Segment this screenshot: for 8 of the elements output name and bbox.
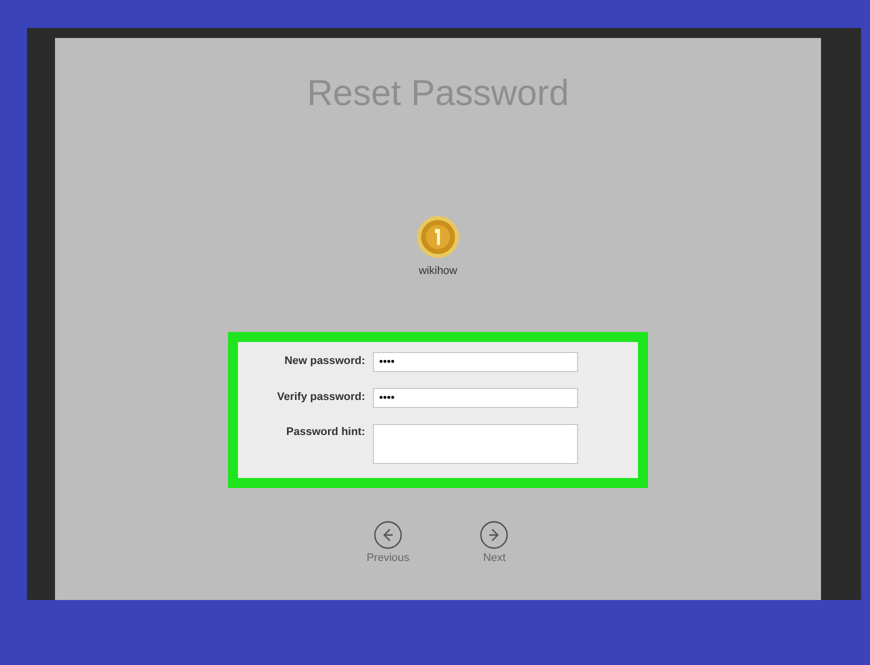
field-label: New password:	[283, 354, 366, 370]
user-avatar-icon	[416, 215, 460, 259]
password-field[interactable]: ••••	[373, 388, 578, 408]
password-field[interactable]: ••••	[373, 352, 578, 372]
field-label: Verify password:	[276, 390, 366, 406]
user-name: wikihow	[418, 264, 458, 279]
password-hint-field[interactable]	[373, 424, 578, 464]
field-label: Password hint:	[285, 424, 366, 440]
